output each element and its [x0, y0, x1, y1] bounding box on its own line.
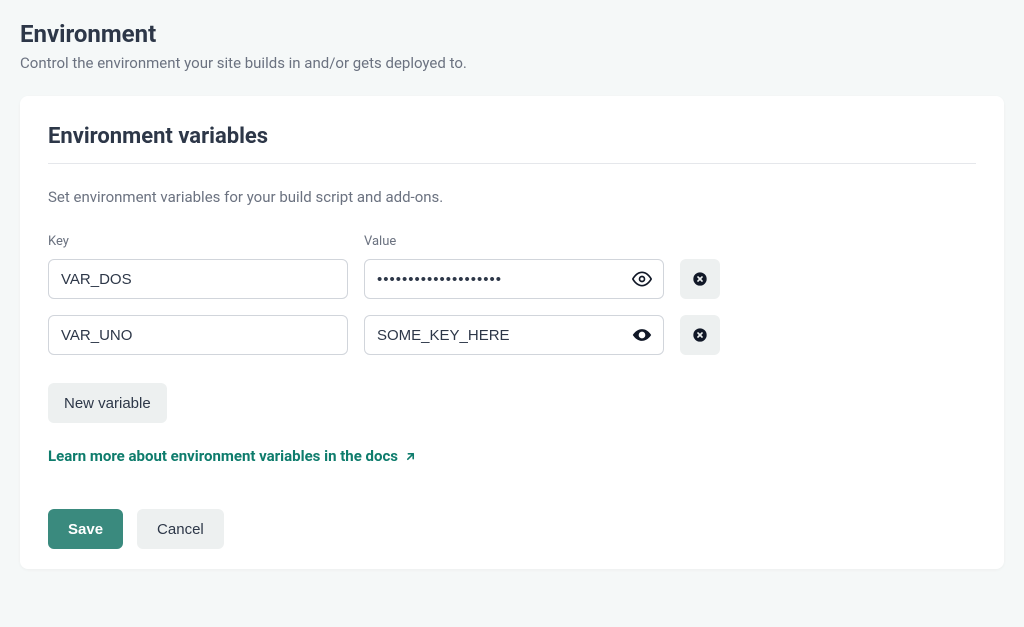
new-variable-button[interactable]: New variable	[48, 383, 167, 423]
variable-key-input[interactable]	[48, 259, 348, 299]
eye-open-icon	[632, 269, 652, 289]
delete-variable-button[interactable]	[680, 259, 720, 299]
variable-value-input[interactable]	[364, 259, 664, 299]
variable-row	[48, 259, 976, 299]
cancel-button[interactable]: Cancel	[137, 509, 224, 549]
reveal-value-button[interactable]	[628, 265, 656, 293]
variable-value-input[interactable]	[364, 315, 664, 355]
card-title: Environment variables	[48, 124, 976, 164]
eye-closed-icon	[632, 325, 652, 345]
card-actions: Save Cancel	[48, 509, 976, 549]
docs-link-label: Learn more about environment variables i…	[48, 447, 398, 465]
external-link-icon	[404, 450, 417, 463]
value-column-label: Value	[364, 234, 664, 249]
environment-variables-card: Environment variables Set environment va…	[20, 96, 1004, 569]
delete-circle-icon	[692, 271, 708, 287]
variables-grid: Key Value	[48, 234, 976, 355]
card-description: Set environment variables for your build…	[48, 188, 976, 206]
page-header: Environment Control the environment your…	[20, 20, 1004, 72]
docs-link[interactable]: Learn more about environment variables i…	[48, 447, 417, 465]
delete-circle-icon	[692, 327, 708, 343]
variables-header-row: Key Value	[48, 234, 976, 249]
page-subtitle: Control the environment your site builds…	[20, 54, 1004, 72]
variable-key-input[interactable]	[48, 315, 348, 355]
hide-value-button[interactable]	[628, 321, 656, 349]
variable-row	[48, 315, 976, 355]
key-column-label: Key	[48, 234, 348, 249]
delete-variable-button[interactable]	[680, 315, 720, 355]
page-title: Environment	[20, 20, 1004, 48]
save-button[interactable]: Save	[48, 509, 123, 549]
